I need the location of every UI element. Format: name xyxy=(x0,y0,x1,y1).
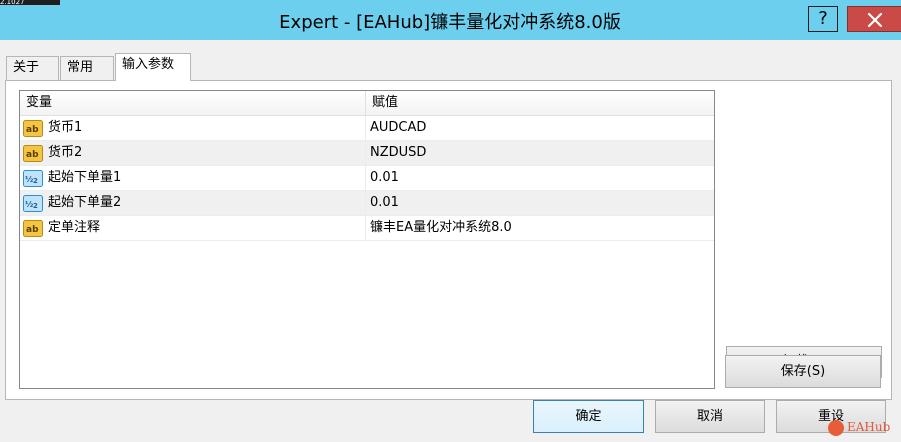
row-separator xyxy=(365,116,366,140)
row-name: 货币1 xyxy=(48,120,83,135)
parameters-grid[interactable]: 变量 赋值 ab 货币1 AUDCAD ab 货币2 NZDUSD ½ 2 起始… xyxy=(19,90,715,389)
row-separator xyxy=(365,191,366,215)
eahub-watermark: EAHub xyxy=(828,416,898,438)
table-row[interactable]: ab 货币1 AUDCAD xyxy=(20,116,714,141)
tab-common[interactable]: 常用 xyxy=(60,56,114,80)
grid-header: 变量 赋值 xyxy=(20,91,714,116)
row-separator xyxy=(365,166,366,190)
row-value[interactable]: AUDCAD xyxy=(370,116,426,140)
ok-button[interactable]: 确定 xyxy=(533,400,644,433)
help-button[interactable]: ? xyxy=(808,6,838,32)
row-value[interactable]: 镰丰EA量化对冲系统8.0 xyxy=(370,216,512,240)
row-name: 起始下单量1 xyxy=(48,170,122,185)
svg-text:2: 2 xyxy=(33,177,38,185)
string-icon: ab xyxy=(23,120,43,137)
window-frame: 2.1027 Expert - [EAHub]镰丰量化对冲系统8.0版 ? 关于… xyxy=(0,0,901,442)
double-icon: ½ 2 xyxy=(23,195,43,212)
dialog-client: 关于 常用 输入参数 变量 赋值 ab 货币1 AUDCAD ab 货币2 NZ… xyxy=(0,40,901,442)
row-name: 货币2 xyxy=(48,145,83,160)
watermark-text: EAHub xyxy=(847,420,891,434)
table-row[interactable]: ½ 2 起始下单量1 0.01 xyxy=(20,166,714,191)
table-row[interactable]: ½ 2 起始下单量2 0.01 xyxy=(20,191,714,216)
string-icon: ab xyxy=(23,220,43,237)
tab-about[interactable]: 关于 xyxy=(6,56,59,80)
svg-text:ab: ab xyxy=(26,225,39,235)
save-button[interactable]: 保存(S) xyxy=(725,355,881,388)
row-name: 定单注释 xyxy=(48,220,101,235)
table-row[interactable]: ab 货币2 NZDUSD xyxy=(20,141,714,166)
header-value[interactable]: 赋值 xyxy=(366,91,714,115)
close-button[interactable] xyxy=(847,6,901,32)
svg-text:ab: ab xyxy=(26,150,39,160)
tab-inputs[interactable]: 输入参数 xyxy=(115,53,191,81)
string-icon: ab xyxy=(23,145,43,162)
double-icon: ½ 2 xyxy=(23,170,43,187)
header-variable[interactable]: 变量 xyxy=(20,91,365,115)
row-value[interactable]: NZDUSD xyxy=(370,141,426,165)
row-value[interactable]: 0.01 xyxy=(370,191,399,215)
svg-text:ab: ab xyxy=(26,125,39,135)
tab-panel: 变量 赋值 ab 货币1 AUDCAD ab 货币2 NZDUSD ½ 2 起始… xyxy=(5,80,892,400)
row-separator xyxy=(365,141,366,165)
row-name: 起始下单量2 xyxy=(48,195,122,210)
cancel-button[interactable]: 取消 xyxy=(655,400,765,433)
corner-fragment: 2.1027 xyxy=(0,0,60,5)
svg-text:2: 2 xyxy=(33,202,38,210)
window-title: Expert - [EAHub]镰丰量化对冲系统8.0版 xyxy=(279,12,621,33)
row-separator xyxy=(365,216,366,240)
close-icon xyxy=(867,12,883,28)
row-value[interactable]: 0.01 xyxy=(370,166,399,190)
table-row[interactable]: ab 定单注释 镰丰EA量化对冲系统8.0 xyxy=(20,216,714,241)
eahub-logo-icon xyxy=(828,419,844,436)
